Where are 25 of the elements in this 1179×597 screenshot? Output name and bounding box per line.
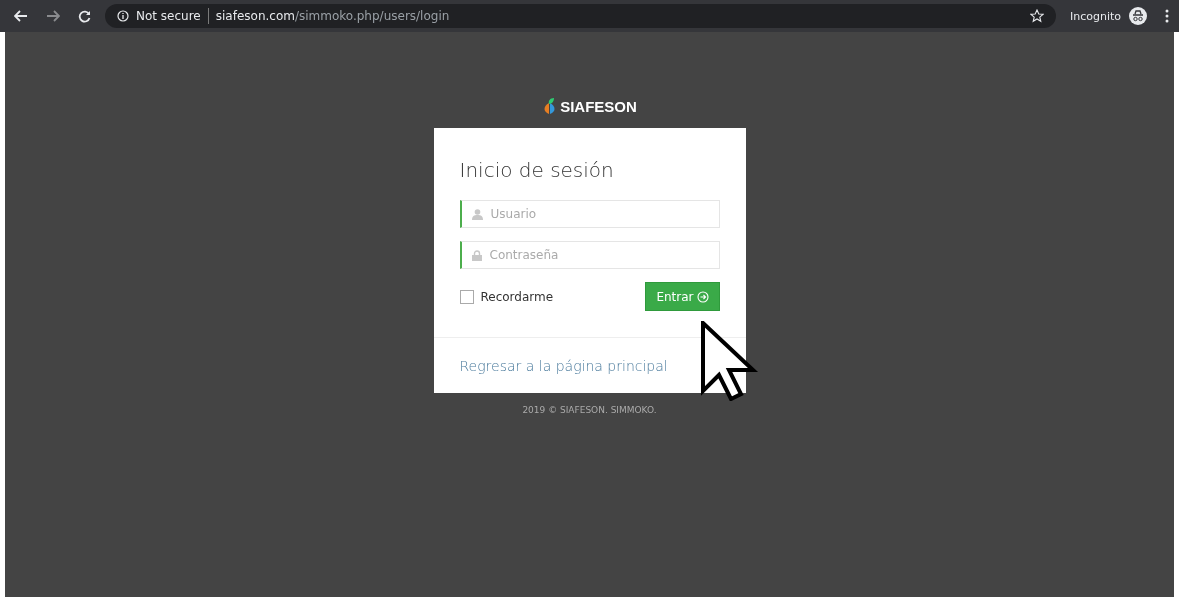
remember-checkbox[interactable] — [459, 289, 474, 304]
security-label: Not secure — [136, 9, 201, 23]
back-icon[interactable] — [14, 10, 28, 22]
lock-icon — [471, 249, 482, 261]
login-title: Inicio de sesión — [459, 158, 615, 182]
user-icon — [471, 208, 483, 220]
text-input[interactable]: Usuario — [488, 206, 719, 222]
url-text: siafeson.com/simmoko.php/users/login — [215, 9, 450, 23]
incognito-icon[interactable] — [1129, 7, 1147, 25]
info-icon[interactable] — [117, 10, 129, 22]
input-field[interactable]: Contraseña — [459, 241, 720, 269]
menu-icon[interactable] — [1165, 9, 1169, 23]
profile-label: Incognito — [1069, 9, 1121, 23]
home-link[interactable]: Regresar a la página principal — [459, 358, 668, 374]
copyright-text: 2019 © SIAFESON. SIMMOKO. — [522, 405, 657, 415]
text-input[interactable]: Contraseña — [487, 247, 719, 263]
brand-name: SIAFESON — [560, 97, 637, 115]
forward-icon[interactable] — [46, 10, 60, 22]
remember-label: Recordarme — [480, 289, 554, 304]
star-icon[interactable] — [1029, 9, 1044, 23]
reload-icon[interactable] — [78, 9, 91, 23]
address-bar[interactable]: Not secure siafeson.com/simmoko.php/users/login — [105, 4, 1056, 28]
login-button[interactable]: Entrar — [645, 282, 720, 311]
input-field[interactable]: Usuario — [459, 200, 720, 228]
arrow-circle-icon — [696, 290, 709, 303]
